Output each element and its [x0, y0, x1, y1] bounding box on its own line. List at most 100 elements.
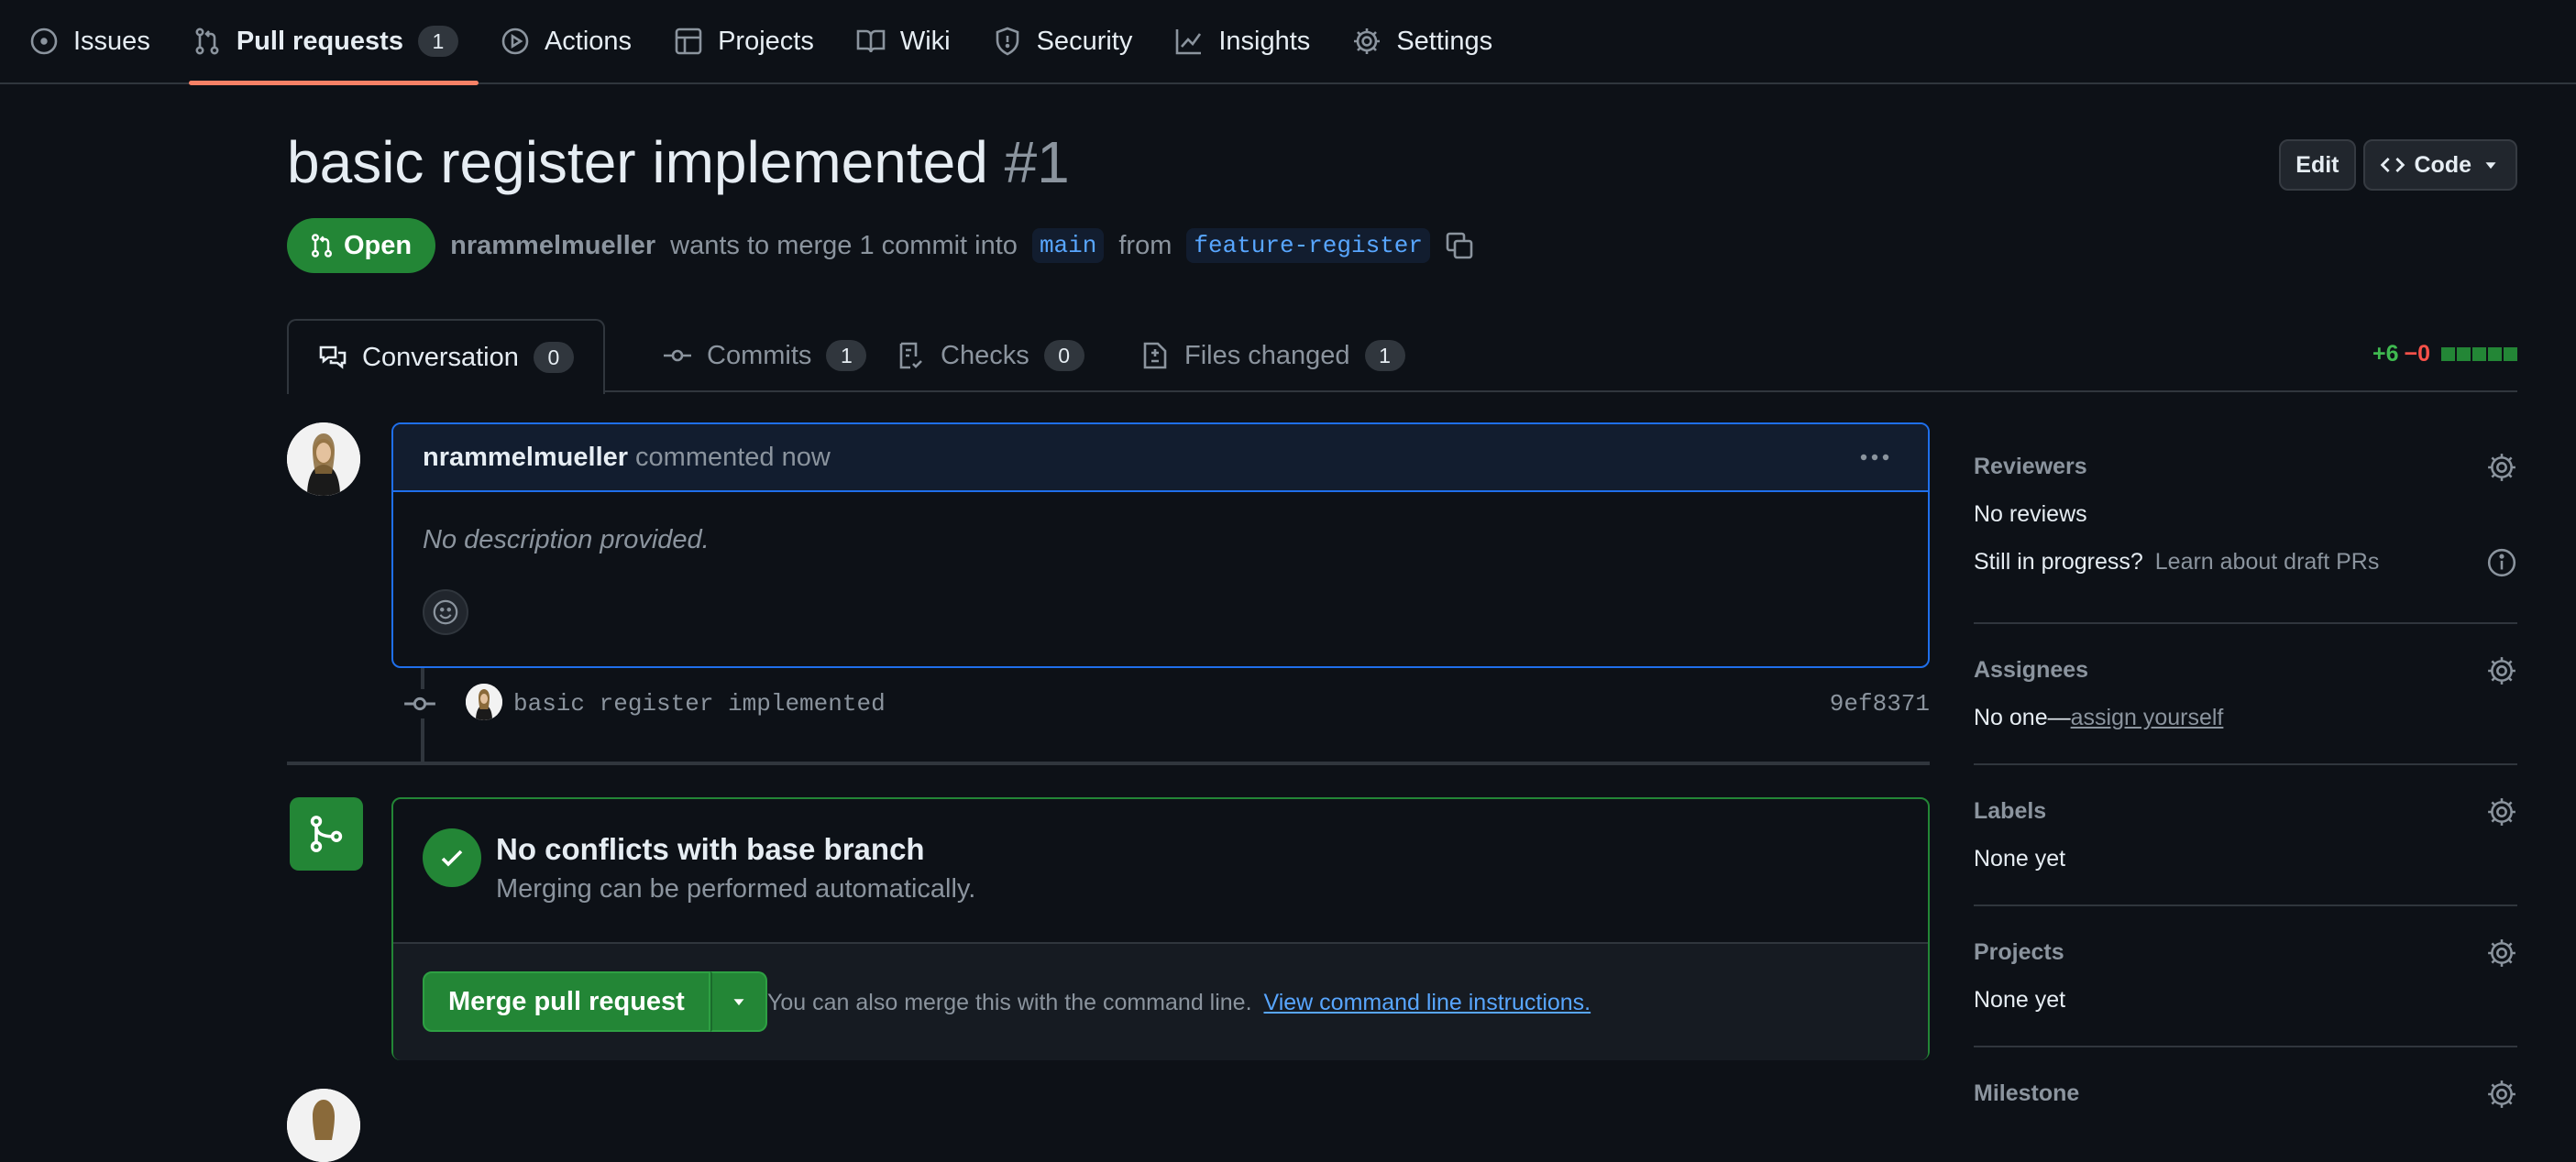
nav-issues[interactable]: Issues: [15, 0, 178, 83]
code-icon: [2380, 152, 2405, 178]
sidebar-title[interactable]: Projects: [1974, 939, 2064, 966]
tab-count: 0: [533, 342, 574, 373]
tab-count: 1: [826, 340, 867, 371]
diffstat-deletions: −0: [2404, 341, 2430, 367]
draft-prs-link[interactable]: Learn about draft PRs: [2155, 549, 2380, 575]
gear-icon: [1352, 27, 1382, 56]
tab-files-changed[interactable]: Files changed 1: [1111, 319, 1435, 392]
nav-wiki[interactable]: Wiki: [842, 0, 978, 83]
pr-count-badge: 1: [417, 26, 458, 57]
tab-label: Checks: [941, 340, 1029, 370]
table-icon: [674, 27, 703, 56]
merge-method-dropdown[interactable]: [710, 971, 767, 1032]
nav-settings[interactable]: Settings: [1338, 0, 1520, 83]
nav-label: Security: [1036, 26, 1133, 56]
commit-message[interactable]: basic register implemented: [513, 690, 886, 718]
commit-sha[interactable]: 9ef8371: [1830, 690, 1930, 718]
timeline-separator: [287, 762, 1930, 765]
tab-label: Commits: [707, 340, 812, 370]
merge-pull-request-button[interactable]: Merge pull request: [423, 971, 710, 1032]
shield-icon: [993, 27, 1022, 56]
comment-time[interactable]: commented now: [635, 443, 831, 473]
tab-commits[interactable]: Commits 1: [633, 319, 896, 392]
sidebar-title[interactable]: Milestone: [1974, 1080, 2079, 1107]
nav-label: Wiki: [899, 26, 951, 56]
sidebar-title[interactable]: Labels: [1974, 798, 2046, 825]
merge-actions: Merge pull request You can also merge th…: [393, 944, 1928, 1060]
git-pull-request-icon: [309, 233, 335, 258]
command-line-instructions-link[interactable]: View command line instructions.: [1263, 990, 1591, 1015]
code-button[interactable]: Code: [2362, 139, 2517, 191]
code-button-label: Code: [2414, 151, 2472, 178]
tab-count: 1: [1364, 340, 1405, 371]
sidebar-projects: Projects None yet: [1974, 906, 2517, 1047]
merge-status-subtitle: Merging can be performed automatically.: [496, 874, 976, 904]
tab-count: 0: [1043, 340, 1084, 371]
merge-description: wants to merge 1 commit into: [670, 230, 1018, 260]
checklist-icon: [897, 341, 926, 370]
tab-checks[interactable]: Checks 0: [867, 319, 1114, 392]
nav-pull-requests[interactable]: Pull requests 1: [178, 0, 486, 85]
nav-label: Insights: [1218, 26, 1311, 56]
pr-title-text: basic register implemented: [287, 129, 988, 195]
avatar[interactable]: [287, 1089, 360, 1162]
merge-hint: You can also merge this with the command…: [767, 990, 1591, 1016]
git-merge-icon: [290, 797, 363, 871]
pr-author-link[interactable]: nrammelmueller: [450, 231, 655, 261]
book-icon: [856, 27, 886, 56]
nav-security[interactable]: Security: [978, 0, 1161, 83]
merge-hint-text: You can also merge this with the command…: [767, 990, 1252, 1015]
diffstat-additions: +6: [2372, 341, 2399, 367]
git-commit-icon: [663, 341, 692, 370]
status-badge: Open: [287, 218, 436, 273]
copy-icon[interactable]: [1445, 231, 1474, 260]
check-icon: [423, 828, 481, 887]
kebab-horizontal-icon[interactable]: [1858, 444, 1891, 477]
git-pull-request-icon: [193, 27, 222, 56]
page-title: basic register implemented #1: [287, 128, 1070, 196]
triangle-down-icon: [2481, 155, 2501, 175]
nav-insights[interactable]: Insights: [1160, 0, 1338, 83]
info-icon[interactable]: [2486, 547, 2517, 583]
merge-box: No conflicts with base branch Merging ca…: [391, 797, 1930, 1060]
sidebar-assignees: Assignees No one—assign yourself: [1974, 624, 2517, 765]
tab-label: Conversation: [362, 342, 519, 372]
labels-value: None yet: [1974, 846, 2066, 872]
draft-question: Still in progress?: [1974, 549, 2143, 575]
gear-icon[interactable]: [2486, 796, 2517, 832]
gear-icon[interactable]: [2486, 1079, 2517, 1114]
commit-item: basic register implemented 9ef8371: [403, 680, 1930, 728]
gear-icon[interactable]: [2486, 452, 2517, 488]
play-icon: [501, 27, 530, 56]
gear-icon[interactable]: [2486, 655, 2517, 691]
file-diff-icon: [1140, 341, 1170, 370]
sidebar-reviewers: Reviewers No reviews Still in progress? …: [1974, 422, 2517, 624]
smiley-icon: [432, 598, 459, 626]
nav-actions[interactable]: Actions: [486, 0, 659, 83]
avatar[interactable]: [287, 422, 360, 496]
comment-author[interactable]: nrammelmueller: [423, 443, 628, 473]
nav-label: Settings: [1396, 26, 1493, 56]
add-reaction-button[interactable]: [423, 589, 468, 635]
gear-icon[interactable]: [2486, 937, 2517, 973]
head-branch[interactable]: feature-register: [1186, 228, 1430, 263]
tab-label: Files changed: [1184, 340, 1350, 370]
assignees-none: No one—: [1974, 705, 2071, 730]
sidebar-title[interactable]: Assignees: [1974, 657, 2088, 684]
sidebar-title[interactable]: Reviewers: [1974, 454, 2087, 480]
assign-yourself-link[interactable]: assign yourself: [2071, 705, 2224, 730]
nav-projects[interactable]: Projects: [659, 0, 842, 83]
tab-conversation[interactable]: Conversation 0: [287, 319, 605, 394]
base-branch[interactable]: main: [1031, 228, 1105, 263]
commit-author-avatar[interactable]: [466, 684, 502, 720]
edit-button[interactable]: Edit: [2279, 139, 2356, 191]
reviewers-value: No reviews: [1974, 501, 2087, 527]
git-commit-icon: [403, 689, 436, 718]
comment-body: No description provided.: [423, 525, 710, 554]
pr-tabs: Conversation 0 Commits 1 Checks 0 Files …: [287, 319, 2517, 394]
sidebar-labels: Labels None yet: [1974, 765, 2517, 906]
repo-nav: Issues Pull requests 1 Actions Projects …: [0, 0, 2576, 85]
merge-status: No conflicts with base branch Merging ca…: [393, 799, 1928, 944]
merge-button-group: Merge pull request: [423, 971, 767, 1032]
pr-meta: Open nrammelmueller wants to merge 1 com…: [287, 218, 1474, 273]
